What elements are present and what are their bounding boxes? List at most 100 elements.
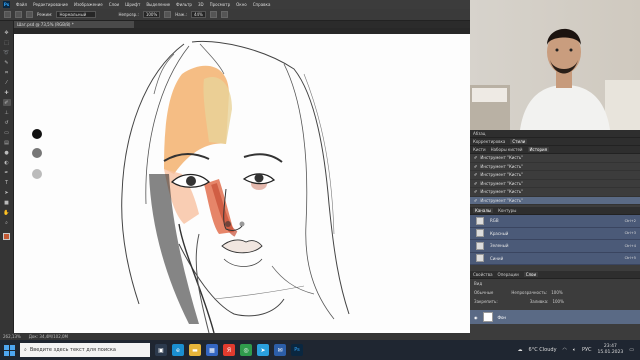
- menu-file[interactable]: Файл: [16, 2, 27, 7]
- tab-brush-presets[interactable]: Наборы кистей: [491, 147, 523, 152]
- gradient-tool-icon[interactable]: ▤: [3, 139, 11, 146]
- pressure-size-icon[interactable]: [220, 11, 228, 18]
- tab-paths[interactable]: Контуры: [498, 208, 516, 213]
- stamp-tool-icon[interactable]: ⊥: [3, 109, 11, 116]
- airbrush-icon[interactable]: [209, 11, 217, 18]
- weather-text[interactable]: 6°C Cloudy: [529, 347, 557, 353]
- explorer-icon[interactable]: ▬: [189, 344, 201, 356]
- history-item[interactable]: ✐ Инструмент "Кисть": [470, 180, 640, 188]
- tab-actions[interactable]: Операции: [498, 272, 519, 277]
- menu-help[interactable]: Справка: [253, 2, 271, 7]
- brush-preview-dots: [32, 129, 42, 179]
- tab-brushes[interactable]: Кисти: [473, 147, 486, 152]
- edge-icon[interactable]: e: [172, 344, 184, 356]
- menu-layers[interactable]: Слои: [109, 2, 119, 7]
- menu-filter[interactable]: Фильтр: [176, 2, 192, 7]
- history-item[interactable]: ✐ Инструмент "Кисть": [470, 154, 640, 163]
- layer-row-background[interactable]: ◉ Фон: [470, 310, 640, 324]
- channel-thumbnail: [476, 254, 484, 263]
- channel-row[interactable]: Синий Ctrl+5: [470, 252, 640, 265]
- lasso-tool-icon[interactable]: ➰: [3, 49, 11, 56]
- notifications-icon[interactable]: ▭: [629, 347, 634, 353]
- opacity-field[interactable]: 100%: [142, 11, 161, 18]
- menu-edit[interactable]: Редактирование: [33, 2, 68, 7]
- zoom-level[interactable]: 262,13%: [3, 334, 21, 339]
- telegram-icon[interactable]: ➤: [257, 344, 269, 356]
- blur-tool-icon[interactable]: ●: [3, 149, 11, 156]
- tab-paragraph[interactable]: Абзац: [473, 131, 486, 136]
- task-view-icon[interactable]: ▣: [155, 344, 167, 356]
- eraser-tool-icon[interactable]: ▭: [3, 129, 11, 136]
- brush-size-icon[interactable]: [15, 11, 22, 18]
- path-select-icon[interactable]: ➤: [3, 189, 11, 196]
- tab-adjustments[interactable]: Корректировка: [473, 139, 505, 144]
- webcam-overlay: [470, 0, 640, 130]
- layer-lock-row: Закрепить: Заливка: 100%: [470, 297, 640, 306]
- brush-panel-icon[interactable]: [26, 11, 33, 18]
- wifi-icon[interactable]: ◠: [563, 347, 567, 353]
- history-item[interactable]: ✐ Инструмент "Кисть": [470, 171, 640, 180]
- dodge-tool-icon[interactable]: ◐: [3, 159, 11, 166]
- menu-view[interactable]: Просмотр: [210, 2, 231, 7]
- flow-field[interactable]: 44%: [190, 11, 206, 18]
- shape-tool-icon[interactable]: ■: [3, 199, 11, 206]
- history-panel-tabs-2: Корректировка Стили: [470, 138, 640, 146]
- brush-icon: ✐: [474, 163, 478, 169]
- eye-icon[interactable]: ◉: [474, 315, 478, 320]
- history-item-selected[interactable]: ✐ Инструмент "Кисть": [470, 196, 640, 205]
- history-brush-icon[interactable]: ↺: [3, 119, 11, 126]
- eyedropper-tool-icon[interactable]: ⁄: [3, 79, 11, 86]
- history-item[interactable]: ✐ Инструмент "Кисть": [470, 163, 640, 171]
- move-tool-icon[interactable]: ✥: [3, 29, 11, 36]
- foreground-color-swatch[interactable]: [3, 233, 10, 240]
- mail-icon[interactable]: ✉: [274, 344, 286, 356]
- language-indicator[interactable]: РУС: [582, 347, 592, 353]
- windows-start-icon[interactable]: [4, 344, 15, 356]
- tab-properties[interactable]: Свойства: [473, 272, 493, 277]
- tab-history[interactable]: История: [527, 147, 550, 152]
- store-icon[interactable]: ▦: [206, 344, 218, 356]
- yandex-icon[interactable]: Я: [223, 344, 235, 356]
- brush-tool-preset-icon[interactable]: [4, 11, 11, 18]
- search-placeholder: Введите здесь текст для поиска: [29, 347, 116, 353]
- type-tool-icon[interactable]: T: [3, 179, 11, 186]
- menu-window[interactable]: Окно: [236, 2, 247, 7]
- tab-styles[interactable]: Стили: [510, 139, 528, 144]
- quick-select-tool-icon[interactable]: ✎: [3, 59, 11, 66]
- pressure-opacity-icon[interactable]: [164, 11, 172, 18]
- menu-type[interactable]: Шрифт: [125, 2, 140, 7]
- marquee-tool-icon[interactable]: ⬚: [3, 39, 11, 46]
- layer-kind-select[interactable]: Вид: [474, 281, 482, 286]
- document-tab[interactable]: Шаг.psd @ 73,5% (RGB/8) *: [14, 21, 134, 28]
- chrome-icon[interactable]: ◎: [240, 344, 252, 356]
- history-item[interactable]: ✐ Инструмент "Кисть": [470, 188, 640, 197]
- tab-channels[interactable]: Каналы: [473, 208, 494, 213]
- brush-icon: ✐: [474, 197, 478, 203]
- menu-3d[interactable]: 3D: [198, 2, 204, 7]
- pen-tool-icon[interactable]: ✒: [3, 169, 11, 176]
- crop-tool-icon[interactable]: ⌗: [3, 69, 11, 76]
- photoshop-taskbar-icon[interactable]: Ps: [291, 344, 303, 356]
- mode-select[interactable]: Нормальный: [56, 11, 97, 18]
- channel-row[interactable]: Красный Ctrl+3: [470, 227, 640, 240]
- channel-thumbnail: [476, 216, 484, 225]
- channel-row[interactable]: Зеленый Ctrl+4: [470, 240, 640, 253]
- tab-layers[interactable]: Слои: [523, 272, 539, 277]
- menu-image[interactable]: Изображение: [74, 2, 103, 7]
- layer-fill-field[interactable]: 100%: [552, 299, 563, 304]
- volume-icon[interactable]: 🔈︎: [573, 347, 576, 353]
- hand-tool-icon[interactable]: ✋: [3, 209, 11, 216]
- status-bar: 262,13% Док: 34,4M/102,0M: [0, 333, 470, 340]
- taskbar-search[interactable]: ⌕ Введите здесь текст для поиска: [20, 343, 150, 357]
- menu-select[interactable]: Выделение: [146, 2, 170, 7]
- blend-mode-select[interactable]: Обычные: [474, 290, 493, 295]
- healing-tool-icon[interactable]: ✚: [3, 89, 11, 96]
- drawing-canvas[interactable]: [14, 34, 470, 333]
- history-panel-tabs: Абзац: [470, 130, 640, 138]
- zoom-tool-icon[interactable]: ⌕: [3, 219, 11, 226]
- webcam-person-image: [470, 0, 640, 130]
- brush-tool-icon[interactable]: ✐: [2, 99, 11, 106]
- channel-row[interactable]: RGB Ctrl+2: [470, 215, 640, 228]
- layer-opacity-field[interactable]: 100%: [551, 290, 562, 295]
- clock[interactable]: 23:47 15.01.2023: [598, 344, 624, 356]
